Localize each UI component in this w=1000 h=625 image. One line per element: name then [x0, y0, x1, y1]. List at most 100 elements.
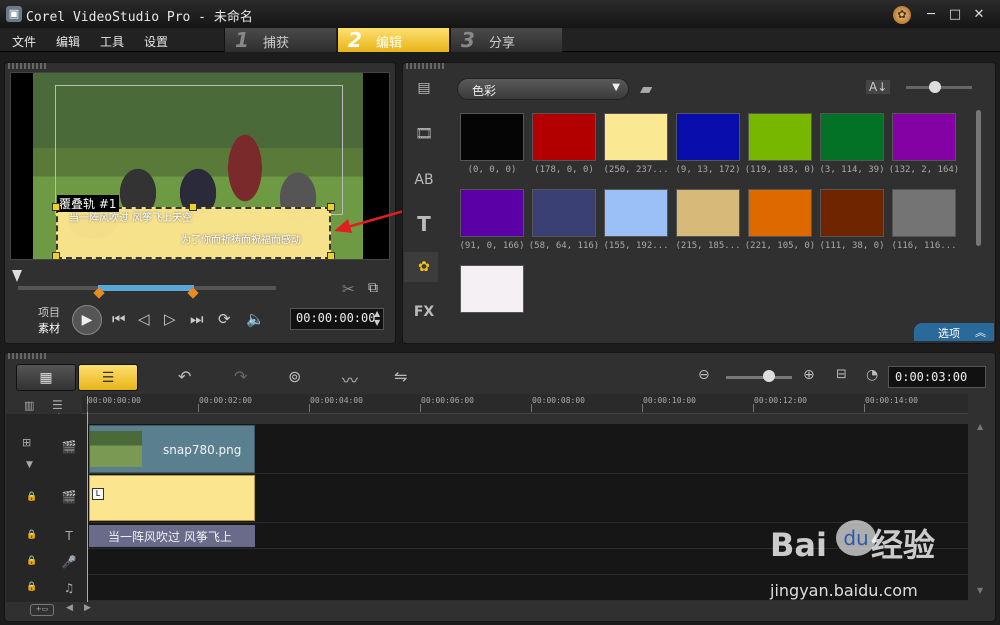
color-swatch[interactable]: [604, 189, 668, 237]
scissors-icon[interactable]: ✂: [342, 280, 355, 298]
color-swatch[interactable]: [892, 113, 956, 161]
play-button[interactable]: ▶: [72, 305, 102, 335]
resize-handle[interactable]: [189, 203, 197, 211]
storyboard-view-button[interactable]: ▦: [16, 364, 76, 391]
color-swatch[interactable]: [820, 189, 884, 237]
swatch-caption: (116, 116...: [891, 241, 957, 251]
overlay-color-clip-timeline[interactable]: [89, 475, 255, 521]
project-duration-icon[interactable]: ◔: [866, 367, 878, 383]
folder-icon[interactable]: ▰: [640, 79, 652, 98]
library-scrollbar[interactable]: [976, 110, 981, 246]
color-swatch[interactable]: [460, 265, 524, 313]
record-capture-icon[interactable]: ⊚: [288, 367, 301, 386]
chevron-down-icon[interactable]: ▼: [26, 460, 33, 470]
chapter-cue-icon[interactable]: ☰: [52, 398, 63, 412]
color-swatch[interactable]: [748, 113, 812, 161]
maximize-button[interactable]: □: [946, 6, 964, 24]
music-track-icon[interactable]: ♫: [52, 581, 86, 595]
timeline-playhead[interactable]: [87, 396, 88, 602]
fit-project-icon[interactable]: ⊟: [836, 367, 847, 382]
color-swatch[interactable]: [460, 189, 524, 237]
panel-grip[interactable]: [406, 63, 446, 69]
zoom-in-icon[interactable]: ⊕: [803, 367, 815, 383]
overlay-track-icon[interactable]: 🎬: [52, 490, 86, 504]
track-manager-icon[interactable]: ▥: [24, 399, 34, 412]
timeline-zoom-slider[interactable]: [726, 376, 792, 379]
tab-share[interactable]: 3 分享: [450, 28, 562, 52]
redo-icon[interactable]: ↷: [234, 367, 247, 386]
lock-icon[interactable]: 🔒: [26, 556, 37, 566]
timecode-stepper-icon[interactable]: ▲ ▼: [374, 309, 380, 327]
end-icon[interactable]: ⏭: [190, 310, 204, 328]
timeline-scrollbar[interactable]: ▲ ▼: [972, 414, 990, 602]
menu-file[interactable]: 文件: [12, 33, 36, 50]
resize-handle[interactable]: [52, 203, 60, 211]
close-button[interactable]: ✕: [970, 6, 988, 24]
color-swatch[interactable]: [892, 189, 956, 237]
sort-icon[interactable]: A↓: [866, 80, 891, 94]
undo-icon[interactable]: ↶: [178, 367, 191, 386]
scroll-right-icon[interactable]: ▶: [84, 603, 91, 613]
preview-timecode[interactable]: 00:00:00:00: [290, 308, 384, 330]
resize-handle[interactable]: [327, 252, 335, 259]
volume-icon[interactable]: 🔈: [246, 310, 265, 328]
menu-edit[interactable]: 编辑: [56, 33, 80, 50]
panel-grip[interactable]: [8, 353, 48, 359]
overlay-title-line2[interactable]: 为了你而祈祷而祝福而感动: [181, 231, 301, 246]
tab-capture[interactable]: 1 捕获: [224, 28, 336, 52]
clip-mode[interactable]: 素材: [38, 320, 60, 336]
overlay-title-line1[interactable]: 当一阵风吹过 风筝飞上天空: [69, 209, 192, 224]
timeline-view-button[interactable]: ☰: [78, 364, 138, 391]
color-swatch[interactable]: [748, 189, 812, 237]
filter-icon[interactable]: FX: [410, 300, 438, 324]
ruler-tick: [198, 404, 199, 412]
title-track-icon[interactable]: T: [52, 529, 86, 543]
panel-grip[interactable]: [8, 63, 48, 69]
media-icon[interactable]: ▤: [410, 76, 438, 100]
voice-track-icon[interactable]: 🎤: [52, 555, 86, 569]
enlarge-preview-icon[interactable]: ⧉: [368, 280, 378, 296]
graphic-icon[interactable]: ✿: [410, 255, 438, 279]
tab-edit[interactable]: 2 编辑: [337, 28, 449, 52]
next-frame-icon[interactable]: ▷: [164, 310, 176, 328]
sound-mixer-icon[interactable]: 〰: [342, 367, 358, 391]
lock-icon[interactable]: 🔒: [26, 530, 37, 540]
transition-icon[interactable]: 🎞: [410, 122, 438, 146]
ruler-tick: [864, 404, 865, 412]
ripple-editing-icon[interactable]: ⊞: [22, 436, 31, 449]
options-button[interactable]: 选项 ︽: [914, 323, 994, 341]
scroll-up-icon[interactable]: ▲: [977, 422, 983, 431]
previous-frame-icon[interactable]: ◁: [138, 310, 150, 328]
auto-music-icon[interactable]: ⇋: [394, 367, 407, 386]
video-track-icon[interactable]: 🎬: [52, 440, 86, 454]
lock-icon[interactable]: 🔒: [26, 582, 37, 592]
scroll-left-icon[interactable]: ◀: [66, 603, 73, 613]
slider-knob[interactable]: [763, 370, 775, 382]
minimize-button[interactable]: ─: [922, 6, 940, 24]
color-swatch[interactable]: [532, 113, 596, 161]
slider-knob[interactable]: [929, 81, 941, 93]
preview-playhead[interactable]: [12, 270, 22, 282]
lock-icon[interactable]: 🔒: [26, 492, 37, 502]
project-mode[interactable]: 项目: [38, 304, 60, 320]
color-swatch[interactable]: [532, 189, 596, 237]
repeat-icon[interactable]: ⟳: [218, 310, 231, 328]
color-swatch[interactable]: [604, 113, 668, 161]
title-icon[interactable]: T: [410, 212, 438, 236]
timeline-timecode[interactable]: 0:00:03:00: [888, 366, 986, 388]
color-swatch[interactable]: [676, 113, 740, 161]
resize-handle[interactable]: [52, 252, 60, 259]
menu-settings[interactable]: 设置: [144, 33, 168, 50]
menu-tools[interactable]: 工具: [100, 33, 124, 50]
instant-project-icon[interactable]: AB: [410, 168, 438, 192]
color-swatch[interactable]: [460, 113, 524, 161]
color-swatch[interactable]: [820, 113, 884, 161]
scroll-down-icon[interactable]: ▼: [977, 586, 983, 595]
swatch-caption: (250, 237...: [603, 165, 669, 175]
help-film-icon[interactable]: ✿: [893, 6, 911, 24]
zoom-out-icon[interactable]: ⊖: [698, 367, 710, 383]
home-icon[interactable]: ⏮: [112, 310, 126, 328]
library-category-dropdown[interactable]: 色彩 ▼: [457, 78, 629, 100]
add-track-icon[interactable]: +▭: [30, 604, 54, 616]
color-swatch[interactable]: [676, 189, 740, 237]
